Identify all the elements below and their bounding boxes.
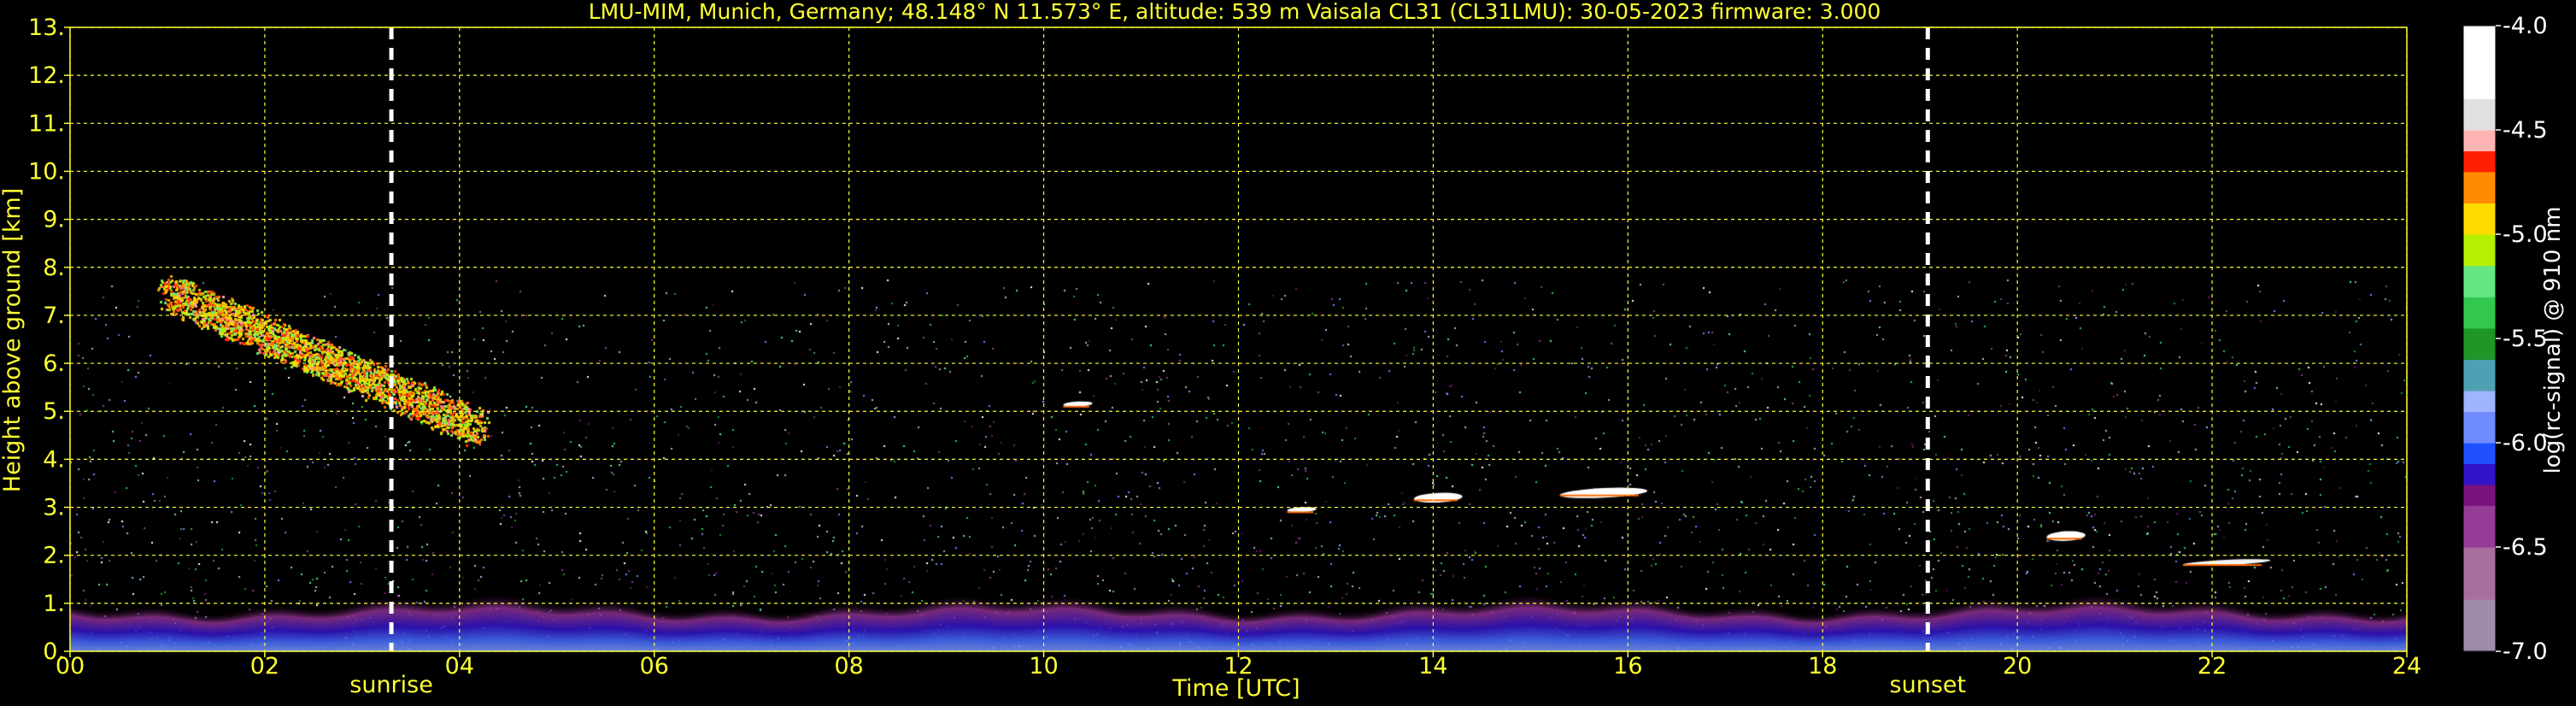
y-tick-label: 13. — [28, 15, 65, 41]
x-tick-label: 08 — [834, 653, 863, 680]
colorbar-segment — [2463, 203, 2496, 235]
colorbar-segment — [2463, 98, 2496, 131]
x-tick-label: 10 — [1029, 653, 1058, 680]
colorbar-tick-label: -4.0 — [2503, 13, 2548, 39]
y-tick-label: 6. — [43, 350, 65, 377]
y-tick-label: 7. — [43, 303, 65, 329]
y-tick-label: 12. — [28, 62, 65, 89]
x-tick-label: 20 — [2003, 653, 2032, 680]
y-tick-label: 10. — [28, 158, 65, 185]
x-tick-label: 22 — [2198, 653, 2227, 680]
backscatter-heatmap — [70, 27, 2407, 651]
y-tick-label: 2. — [43, 543, 65, 569]
y-tick-label: 3. — [43, 495, 65, 521]
colorbar-segment — [2463, 391, 2496, 412]
x-tick-label: 18 — [1808, 653, 1837, 680]
y-tick-label: 8. — [43, 255, 65, 281]
y-tick-label: 5. — [43, 398, 65, 425]
colorbar-segment — [2463, 547, 2496, 600]
y-tick-label: 11. — [28, 110, 65, 137]
x-axis-label: Time [UTC] — [1171, 675, 1300, 702]
colorbar-label: log(rc-signal) @ 910 nm — [2540, 207, 2566, 474]
colorbar-segment — [2463, 443, 2496, 464]
event-label-sunrise: sunrise — [349, 672, 433, 698]
x-tick-label: 04 — [445, 653, 474, 680]
colorbar: -4.0-4.5-5.0-5.5-6.0-6.5-7.0 — [2462, 13, 2548, 665]
colorbar-segment — [2463, 171, 2496, 203]
colorbar-segment — [2463, 265, 2496, 297]
y-tick-label: 1. — [43, 591, 65, 617]
y-axis-label: Height above ground [km] — [0, 188, 26, 492]
colorbar-segment — [2463, 327, 2496, 360]
y-tick-label: 0. — [43, 638, 65, 665]
colorbar-segment — [2463, 150, 2496, 173]
x-tick-label: 02 — [250, 653, 279, 680]
colorbar-segment — [2463, 599, 2496, 652]
y-tick-label: 4. — [43, 446, 65, 473]
x-tick-label: 16 — [1613, 653, 1642, 680]
colorbar-segment — [2463, 484, 2496, 506]
x-tick-label: 06 — [640, 653, 669, 680]
event-label-sunset: sunset — [1890, 672, 1967, 698]
colorbar-tick-label: -6.5 — [2503, 534, 2548, 561]
colorbar-segment — [2463, 411, 2496, 444]
colorbar-segment — [2463, 26, 2496, 99]
x-tick-label: 14 — [1418, 653, 1447, 680]
ceilometer-chart: sunrise sunset 00 02 04 06 08 10 12 14 16 18 20 22 24… — [0, 0, 2566, 702]
heatmap-image — [70, 27, 2407, 651]
colorbar-segment — [2463, 359, 2496, 391]
colorbar-tick-label: -7.0 — [2503, 638, 2548, 665]
y-tick-label: 9. — [43, 207, 65, 233]
chart-title: LMU-MIM, Munich, Germany; 48.148° N 11.5… — [589, 0, 1881, 24]
colorbar-tick-label: -4.5 — [2503, 117, 2548, 144]
colorbar-segment — [2463, 234, 2496, 267]
colorbar-segment — [2463, 505, 2496, 548]
x-tick-label: 24 — [2392, 653, 2421, 680]
colorbar-segment — [2463, 130, 2496, 151]
colorbar-segment — [2463, 463, 2496, 485]
colorbar-segment — [2463, 297, 2496, 329]
